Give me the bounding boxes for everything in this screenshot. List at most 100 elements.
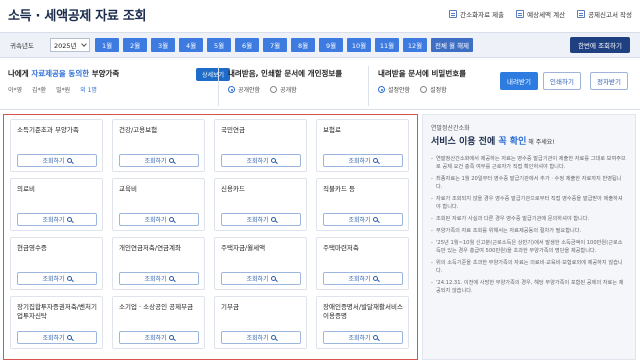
email-receive-button[interactable]: 정자받기 <box>590 72 628 90</box>
search-icon <box>270 217 276 222</box>
card-insurance-premium: 보험료 조회하기 <box>316 119 409 172</box>
lookup-button[interactable]: 조회하기 <box>17 154 97 167</box>
year-label: 귀속년도 <box>10 42 34 50</box>
submit-data-link[interactable]: 간소화자료 제출 <box>449 9 504 19</box>
notice-list: 연말정산간소화에서 제공하는 자료는 영수증 발급기관이 제출한 자료를 그대로… <box>431 155 627 295</box>
chevron-down-icon <box>81 41 87 47</box>
lookup-button[interactable]: 조회하기 <box>221 272 301 285</box>
family-count: 외 1명 <box>80 87 97 94</box>
month-button-9[interactable]: 9월 <box>319 38 343 52</box>
notice-item: 부양가족의 자료 조회를 위해서는 자료제공동의 절차가 필요합니다. <box>431 227 627 235</box>
lookup-button[interactable]: 조회하기 <box>17 331 97 344</box>
card-title: 국민연금 <box>221 126 245 134</box>
radio-label: 설정함 <box>430 87 447 94</box>
lookup-button[interactable]: 조회하기 <box>221 213 301 226</box>
card-title: 현금영수증 <box>17 244 47 252</box>
lookup-button[interactable]: 조회하기 <box>323 154 403 167</box>
month-button-2[interactable]: 2월 <box>123 38 147 52</box>
download-button[interactable]: 내려받기 <box>500 72 538 90</box>
document-icon <box>449 10 458 18</box>
year-value: 2025년 <box>54 42 77 50</box>
year-select[interactable]: 2025년 <box>50 38 90 52</box>
month-button-6[interactable]: 6월 <box>235 38 259 52</box>
card-donations: 기부금 조회하기 <box>214 296 307 349</box>
lookup-button[interactable]: 조회하기 <box>17 213 97 226</box>
radio-unselected-icon <box>420 86 428 93</box>
lookup-button[interactable]: 조회하기 <box>119 272 199 285</box>
card-credit-card: 신용카드 조회하기 <box>214 178 307 231</box>
lookup-button[interactable]: 조회하기 <box>119 331 199 344</box>
detail-view-button[interactable]: 상세보기 <box>196 68 231 81</box>
month-button-10[interactable]: 10월 <box>347 38 371 52</box>
tax-estimate-label: 예상세액 계산 <box>527 11 566 19</box>
print-button[interactable]: 인쇄하기 <box>543 72 581 90</box>
search-icon <box>372 335 378 340</box>
card-education-expenses: 교육비 조회하기 <box>112 178 205 231</box>
month-button-4[interactable]: 4월 <box>179 38 203 52</box>
card-title: 소득기준초과 부양가족 <box>17 126 79 134</box>
personal-info-radios: 공개안함 공개함 <box>228 85 342 94</box>
lookup-button[interactable]: 조회하기 <box>323 331 403 344</box>
deduction-form-link[interactable]: 공제신고서 작성 <box>577 9 632 19</box>
notice-heading-tail: 해 주세요! <box>526 139 555 146</box>
family-member: 밀*원 <box>56 87 71 94</box>
lookup-label: 조회하기 <box>42 335 65 342</box>
search-icon <box>168 217 174 222</box>
radio-selected-icon <box>378 86 385 93</box>
lookup-label: 조회하기 <box>144 158 167 165</box>
consent-title-pre: 나에게 <box>8 69 32 78</box>
radio-no-password[interactable]: 설정안함 <box>378 85 410 94</box>
card-debit-card: 직불카드 등 조회하기 <box>316 178 409 231</box>
header-bar: 소득 · 세액공제 자료 조회 간소화자료 제출 예상세액 계산 공제신고서 작… <box>0 0 640 28</box>
search-icon <box>66 217 72 222</box>
card-title: 주택자금/월세액 <box>221 244 266 252</box>
month-button-8[interactable]: 8월 <box>291 38 315 52</box>
month-button-11[interactable]: 11월 <box>375 38 399 52</box>
tax-estimate-link[interactable]: 예상세액 계산 <box>516 9 565 19</box>
month-button-5[interactable]: 5월 <box>207 38 231 52</box>
lookup-button[interactable]: 조회하기 <box>221 154 301 167</box>
consent-family-section: 나에게 자료제공을 동의한 부양가족 이*영 김*환 밀*원 외 1명 <box>8 68 119 94</box>
search-icon <box>270 158 276 163</box>
lookup-button[interactable]: 조회하기 <box>119 213 199 226</box>
month-button-1[interactable]: 1월 <box>95 38 119 52</box>
lookup-label: 조회하기 <box>42 276 65 283</box>
year-month-bar: 귀속년도 2025년 1월 2월 3월 4월 5월 6월 7월 8월 9월 10… <box>0 32 640 58</box>
lookup-all-button[interactable]: 한번에 조회하기 <box>570 37 630 53</box>
lookup-label: 조회하기 <box>348 217 371 224</box>
lookup-button[interactable]: 조회하기 <box>119 154 199 167</box>
notice-item: 최종자료는 1월 20일부터 영수증 발급기관에서 추가 · 수정 제출한 자료… <box>431 175 627 191</box>
submit-data-label: 간소화자료 제출 <box>460 11 505 19</box>
month-button-12[interactable]: 12월 <box>403 38 427 52</box>
month-button-7[interactable]: 7월 <box>263 38 287 52</box>
consent-title-post: 부양가족 <box>89 69 120 78</box>
page-title: 소득 · 세액공제 자료 조회 <box>8 8 147 24</box>
notice-item: '25년 1월~10월 신고분(근로소득은 상반기)에서 발생한 소득금액이 1… <box>431 239 627 255</box>
lookup-button[interactable]: 조회하기 <box>323 272 403 285</box>
card-pension-savings: 개인연금저축/연금계좌 조회하기 <box>112 237 205 290</box>
lookup-label: 조회하기 <box>246 276 269 283</box>
notice-item: 조회된 자료가 사실과 다른 경우 영수증 발급기관에 문의하셔야 합니다. <box>431 215 627 223</box>
card-national-pension: 국민연금 조회하기 <box>214 119 307 172</box>
radio-hide-personal[interactable]: 공개안함 <box>228 85 260 94</box>
header-links: 간소화자료 제출 예상세액 계산 공제신고서 작성 <box>449 9 632 19</box>
notice-heading-main: 서비스 이용 전에 <box>431 137 499 147</box>
consent-title-highlight: 자료제공을 동의한 <box>31 69 90 78</box>
lookup-button[interactable]: 조회하기 <box>221 331 301 344</box>
month-button-3[interactable]: 3월 <box>151 38 175 52</box>
lookup-label: 조회하기 <box>144 335 167 342</box>
password-radios: 설정안함 설정함 <box>378 85 466 94</box>
card-title: 보험료 <box>323 126 341 134</box>
lookup-button[interactable]: 조회하기 <box>323 213 403 226</box>
radio-show-personal[interactable]: 공개함 <box>270 85 297 94</box>
radio-selected-icon <box>228 86 235 93</box>
radio-unselected-icon <box>270 86 278 93</box>
radio-label: 공개함 <box>280 87 297 94</box>
lookup-button[interactable]: 조회하기 <box>17 272 97 285</box>
card-title: 개인연금저축/연금계좌 <box>119 244 181 252</box>
card-title: 신용카드 <box>221 185 245 193</box>
notice-heading-highlight: 꼭 확인 <box>498 137 527 147</box>
deselect-all-months-button[interactable]: 전체 월 해제 <box>431 38 474 52</box>
card-dependents-over-income: 소득기준초과 부양가족 조회하기 <box>10 119 103 172</box>
radio-set-password[interactable]: 설정함 <box>420 85 447 94</box>
